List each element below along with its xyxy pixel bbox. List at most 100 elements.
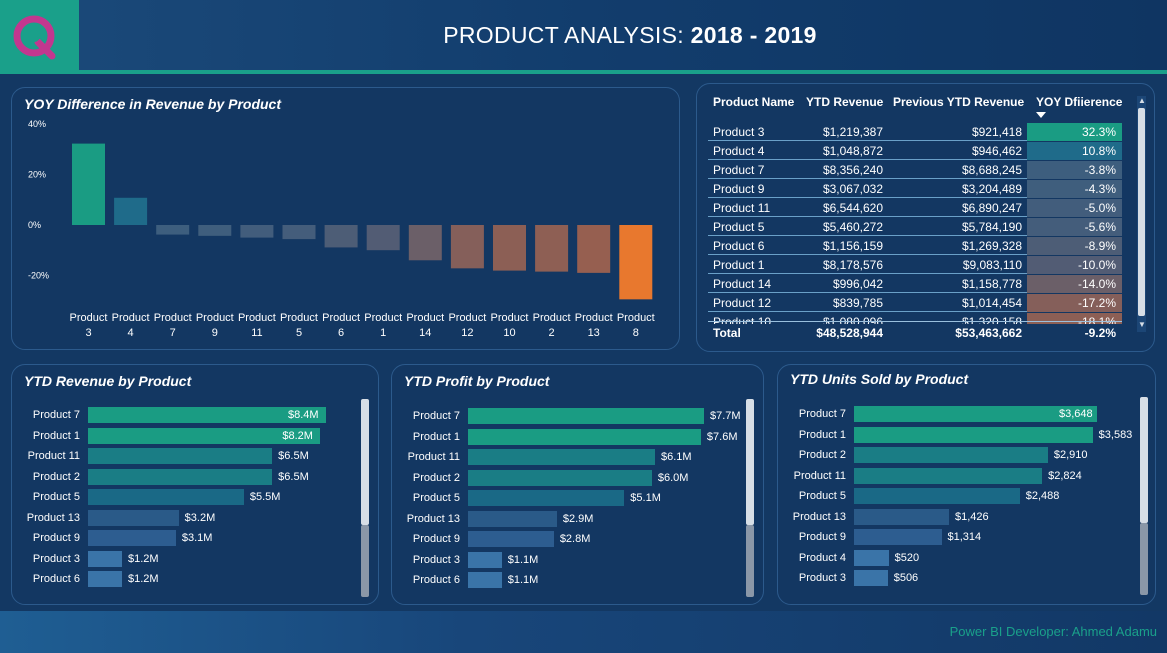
cell-previous-ytd: $6,890,247 [961, 201, 1022, 215]
bar[interactable] [854, 570, 888, 586]
ytd-profit-panel[interactable]: YTD Profit by Product Product 7 $7.7M Prod… [391, 364, 764, 605]
yoy-bar[interactable] [619, 225, 653, 300]
bar-value-label: $2,910 [1053, 449, 1088, 461]
x-tick-label: Product [406, 312, 444, 324]
table-body: Product 3 $1,219,387 $921,418 32.3% Product … [697, 84, 1137, 324]
ytd-revenue-title: YTD Revenue by Product [24, 373, 192, 389]
cell-yoy-difference: -14.0% [1027, 275, 1122, 293]
table-row[interactable]: Product 4 $1,048,872 $946,462 10.8% [708, 142, 1122, 160]
bar[interactable] [468, 408, 704, 424]
table-row[interactable]: Product 1 $8,178,576 $9,083,110 -10.0% [708, 256, 1122, 274]
bar-value-label: $1.2M [128, 573, 159, 585]
bar-value-label: $8.2M [282, 429, 313, 442]
yoy-bar[interactable] [493, 225, 526, 271]
bar[interactable] [468, 469, 652, 486]
cell-ytd-revenue: $6,544,620 [822, 201, 883, 215]
bar[interactable] [468, 531, 554, 547]
table-row[interactable]: Product 7 $8,356,240 $8,688,245 -3.8% [708, 161, 1122, 179]
bar[interactable] [854, 426, 1093, 443]
yoy-bar[interactable] [366, 225, 400, 251]
bar[interactable] [854, 549, 889, 566]
bar-value-label: $5.1M [630, 492, 661, 504]
bar[interactable] [854, 488, 1020, 504]
bar-category-label: Product 11 [407, 451, 460, 463]
scroll-up-icon[interactable]: ▲ [1138, 96, 1146, 105]
bar[interactable] [88, 489, 244, 505]
bar[interactable] [854, 467, 1043, 484]
bar[interactable] [468, 510, 557, 527]
x-tick-label-number: 10 [503, 327, 515, 339]
revenue-scrollbar-track[interactable] [361, 525, 369, 597]
yoy-bar[interactable] [198, 225, 232, 236]
ytd-profit-bars[interactable]: Product 7 $7.7M Product 1 $7.6M Product 11 $6… [407, 408, 743, 598]
bar[interactable] [854, 447, 1048, 463]
yoy-bar[interactable] [408, 225, 442, 261]
bar[interactable] [468, 551, 502, 568]
ytd-units-bars[interactable]: Product 7 $3,648 Product 1 $3,583 Product 2 $… [793, 406, 1132, 596]
x-tick-label: Product [364, 312, 402, 324]
cell-yoy-difference: 32.3% [1027, 123, 1122, 141]
ytd-revenue-panel[interactable]: YTD Revenue by Product Product 7 $8.4M Pro… [11, 364, 379, 605]
bar-value-label: $2,488 [1025, 490, 1060, 502]
x-tick-label-number: 2 [549, 327, 555, 339]
scroll-down-icon[interactable]: ▼ [1138, 320, 1146, 329]
cell-yoy-difference: -5.0% [1027, 199, 1122, 217]
table-row[interactable]: Product 6 $1,156,159 $1,269,328 -8.9% [708, 237, 1122, 255]
yoy-chart-panel[interactable]: YOY Difference in Revenue by Product 40%… [11, 87, 680, 350]
bar[interactable] [468, 428, 701, 445]
bar[interactable] [468, 449, 655, 465]
yoy-bar[interactable] [577, 225, 611, 273]
profit-scrollbar-track[interactable] [746, 525, 754, 597]
table-row[interactable]: Product 12 $839,785 $1,014,454 -17.2% [708, 294, 1122, 312]
cell-ytd-revenue: $996,042 [832, 277, 883, 291]
yoy-bar[interactable] [324, 225, 358, 248]
cell-ytd-revenue: $5,460,272 [822, 220, 883, 234]
yoy-bar[interactable] [240, 225, 274, 238]
ytd-units-panel[interactable]: YTD Units Sold by Product Product 7 $3,64… [777, 364, 1156, 605]
table-row[interactable]: Product 5 $5,460,272 $5,784,190 -5.6% [708, 218, 1122, 236]
x-tick-label: Product [575, 312, 613, 324]
cell-product-name: Product 12 [713, 296, 772, 310]
x-tick-label-number: 6 [338, 327, 344, 339]
bar-value-label: $2.8M [559, 533, 591, 545]
bar[interactable] [88, 468, 273, 485]
bar-category-label: Product 6 [32, 573, 80, 585]
yoy-bar[interactable] [72, 143, 105, 225]
yoy-bar-chart[interactable]: 40% 20% 0% -20% Product 3 Product 4 Product 7 Prod… [12, 88, 681, 351]
yoy-bar[interactable] [114, 197, 148, 225]
cell-ytd-revenue: $839,785 [832, 296, 883, 310]
bar[interactable] [88, 530, 176, 546]
cell-product-name: Product 7 [713, 163, 765, 177]
table-row[interactable]: Product 11 $6,544,620 $6,890,247 -5.0% [708, 199, 1122, 217]
revenue-scrollbar-thumb[interactable] [361, 399, 369, 525]
units-scrollbar-thumb[interactable] [1140, 397, 1148, 523]
bar-category-label: Product 1 [32, 429, 80, 442]
bar[interactable] [468, 572, 502, 588]
yoy-bar[interactable] [450, 225, 484, 269]
bar-value-label: $3,648 [1059, 408, 1093, 420]
bar-value-label: $6.5M [278, 470, 309, 483]
bar[interactable] [88, 448, 273, 464]
yoy-bar[interactable] [535, 225, 569, 272]
table-row[interactable]: Product 3 $1,219,387 $921,418 32.3% [708, 123, 1122, 141]
yoy-bar[interactable] [156, 225, 190, 235]
bar[interactable] [854, 529, 942, 545]
bar[interactable] [88, 509, 179, 526]
cell-ytd-revenue: $1,219,387 [822, 125, 883, 139]
table-row[interactable]: Product 9 $3,067,032 $3,204,489 -4.3% [708, 180, 1122, 198]
cell-ytd-revenue: $1,156,159 [822, 239, 883, 253]
table-scrollbar-thumb[interactable] [1138, 108, 1145, 316]
ytd-revenue-bars[interactable]: Product 7 $8.4M Product 1 $8.2M Product 11 $6… [27, 407, 358, 597]
bar[interactable] [854, 508, 949, 525]
units-scrollbar-track[interactable] [1140, 523, 1148, 595]
bar[interactable] [88, 571, 122, 587]
bar[interactable] [468, 490, 625, 506]
bar-value-label: $7.6M [706, 430, 738, 443]
cell-previous-ytd: $3,204,489 [961, 182, 1022, 196]
profit-scrollbar-thumb[interactable] [746, 399, 754, 525]
table-row[interactable]: Product 14 $996,042 $1,158,778 -14.0% [708, 275, 1122, 293]
bar[interactable] [88, 550, 122, 567]
yoy-bar[interactable] [282, 225, 316, 240]
page-title: PRODUCT ANALYSIS: 2018 - 2019 [0, 0, 1167, 70]
revenue-table-panel[interactable]: Product Name YTD Revenue Previous YTD Re… [696, 83, 1155, 352]
